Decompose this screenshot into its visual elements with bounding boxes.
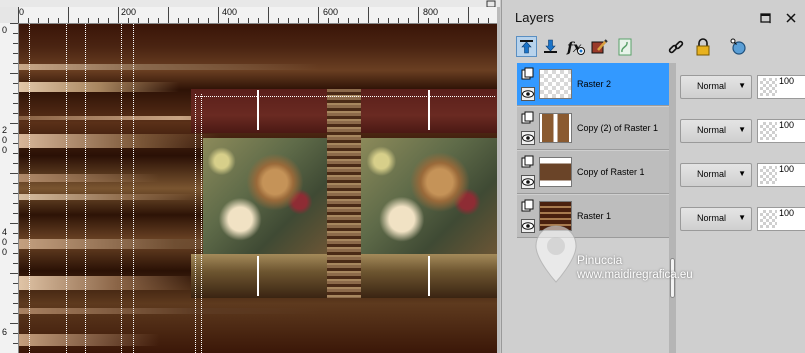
layer-styles-icon[interactable]: fx: [565, 36, 586, 57]
layer-type-icon: [521, 155, 534, 168]
flower-image-right: [361, 138, 497, 254]
streak: [19, 308, 319, 314]
blend-mode-dropdown[interactable]: Normal ▼: [680, 119, 752, 143]
layer-type-icon: [521, 111, 534, 124]
visibility-eye-icon[interactable]: [521, 175, 535, 189]
layer-name: Copy of Raster 1: [577, 167, 645, 177]
opacity-swatch: [760, 122, 777, 140]
chevron-down-icon: ▼: [738, 169, 746, 178]
white-bar: [257, 256, 259, 296]
image-canvas[interactable]: [19, 24, 497, 353]
ruler-corner: [0, 7, 19, 24]
opacity-swatch: [760, 166, 777, 184]
ruler-label: 0: [2, 135, 8, 145]
layer-thumbnail: [539, 69, 572, 99]
layer-thumbnail: [539, 113, 572, 143]
ruler-label: 200: [121, 7, 137, 17]
layer-name: Raster 1: [577, 211, 612, 221]
layer-row-copy-of-raster-1[interactable]: Copy of Raster 1: [517, 151, 670, 194]
layer-type-icon: [521, 199, 534, 212]
center-band: [327, 89, 361, 298]
canvas-pane: 0 200 400 600 800 0 2 0 0 4 0 0 6: [0, 0, 500, 353]
layer-list: Raster 2 Copy (2) of Raster 1 Copy of Ra…: [517, 63, 670, 243]
streak: [19, 334, 159, 346]
ruler-label: 0: [2, 145, 8, 155]
horizontal-ruler[interactable]: 0 200 400 600 800: [18, 7, 500, 24]
watermark-url: www.maidiregrafica.eu: [577, 269, 693, 281]
menu-icon[interactable]: [760, 12, 772, 26]
chevron-down-icon: ▼: [738, 125, 746, 134]
move-layer-down-icon[interactable]: [540, 36, 561, 57]
edit-selection-icon[interactable]: [588, 36, 609, 57]
ruler-label: 4: [2, 227, 8, 237]
layer-name: Raster 2: [577, 79, 612, 89]
opacity-swatch: [760, 210, 777, 228]
streak: [19, 82, 179, 92]
adjustment-icon[interactable]: [727, 36, 748, 57]
ruler-label: 0: [2, 247, 8, 257]
chevron-down-icon: ▼: [738, 81, 746, 90]
white-bar: [428, 256, 430, 296]
canvas-scrollbar[interactable]: [497, 7, 500, 353]
layer-thumbnail: [539, 157, 572, 187]
link-icon[interactable]: [665, 36, 686, 57]
watermark-logo: [535, 225, 577, 283]
opacity-field[interactable]: 100: [757, 119, 805, 143]
ruler-ticks-v: [10, 23, 18, 344]
visibility-eye-icon[interactable]: [521, 87, 535, 101]
layers-toolbar: fx: [502, 33, 805, 61]
visibility-eye-icon[interactable]: [521, 131, 535, 145]
streak: [19, 276, 199, 290]
layers-panel: Layers fx Raster 2 Copy (2) of Raster 1 …: [501, 0, 805, 353]
layer-type-icon: [521, 67, 534, 80]
layer-list-scrollbar[interactable]: [669, 63, 676, 353]
panel-title: Layers: [515, 10, 555, 25]
selection-guide: [195, 96, 495, 97]
frame-bottom-left: [191, 254, 327, 298]
blend-mode-dropdown[interactable]: Normal ▼: [680, 75, 752, 99]
layer-row-copy-2-of-raster-1[interactable]: Copy (2) of Raster 1: [517, 107, 670, 150]
ruler-label: 0: [2, 237, 8, 247]
opacity-field[interactable]: 100: [757, 75, 805, 99]
selection-guide: [66, 24, 67, 353]
streak: [19, 194, 199, 200]
layer-row-raster-2[interactable]: Raster 2: [517, 63, 670, 106]
streak: [19, 174, 159, 182]
selection-guide: [29, 24, 30, 353]
lock-icon[interactable]: [692, 36, 713, 57]
ruler-label: 800: [423, 7, 439, 17]
selection-guide: [121, 24, 122, 353]
ruler-label: 0: [2, 25, 8, 35]
ruler-label: 0: [19, 7, 25, 17]
ruler-label: 400: [222, 7, 238, 17]
selection-guide: [133, 24, 134, 353]
ruler-label: 600: [323, 7, 339, 17]
mask-icon[interactable]: [614, 36, 635, 57]
selection-guide: [201, 94, 202, 353]
ruler-label: 6: [2, 327, 8, 337]
watermark-name: Pinuccia: [577, 253, 623, 267]
ruler-label: 2: [2, 125, 8, 135]
streak: [19, 64, 319, 70]
close-icon[interactable]: [785, 12, 797, 26]
document-titlebar: [0, 0, 500, 7]
flower-image-left: [203, 138, 327, 254]
layers-panel-header: Layers: [502, 0, 805, 33]
blend-mode-dropdown[interactable]: Normal ▼: [680, 163, 752, 187]
opacity-field[interactable]: 100: [757, 207, 805, 231]
move-layer-up-icon[interactable]: [516, 36, 537, 57]
selection-guide: [195, 94, 196, 353]
streak: [19, 134, 219, 148]
restore-window-icon[interactable]: [484, 0, 498, 7]
opacity-swatch: [760, 78, 777, 96]
selection-guide: [85, 24, 86, 353]
chevron-down-icon: ▼: [738, 213, 746, 222]
vertical-ruler[interactable]: 0 2 0 0 4 0 0 6: [0, 23, 19, 353]
layer-name: Copy (2) of Raster 1: [577, 123, 659, 133]
opacity-field[interactable]: 100: [757, 163, 805, 187]
